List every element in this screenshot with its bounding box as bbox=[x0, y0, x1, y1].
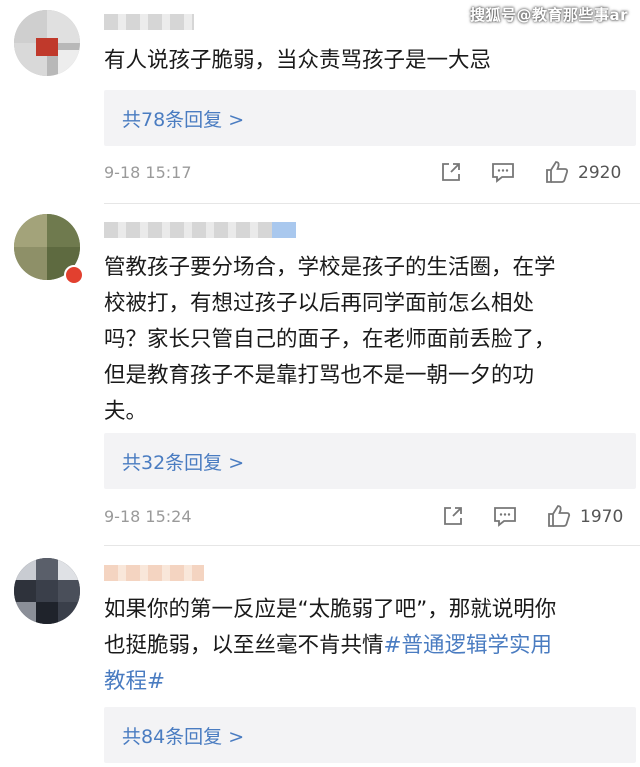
hashtag-link[interactable]: 教程# bbox=[104, 669, 165, 694]
user-level-badge bbox=[272, 222, 296, 238]
comment-text: 如果你的第一反应是“太脆弱了吧”，那就说明你 也挺脆弱，以至丝毫不肯共情#普通逻… bbox=[104, 597, 557, 694]
like-count: 2920 bbox=[578, 163, 622, 183]
thumbs-up-icon[interactable] bbox=[544, 159, 570, 185]
timestamp: 9-18 15:17 bbox=[104, 163, 192, 182]
view-replies-button[interactable]: 共84条回复 > bbox=[104, 707, 636, 763]
comment-text: 管教孩子要分场合，学校是孩子的生活圈，在学 校被打，有想过孩子以后再同学面前怎么… bbox=[104, 255, 556, 424]
share-icon[interactable] bbox=[440, 503, 466, 529]
username-redacted[interactable] bbox=[104, 222, 294, 238]
share-icon[interactable] bbox=[438, 159, 464, 185]
verified-badge-icon bbox=[64, 265, 84, 285]
username-redacted[interactable] bbox=[104, 14, 194, 30]
avatar[interactable] bbox=[14, 10, 80, 76]
comment-meta: 9-18 15:17 2920 bbox=[104, 159, 630, 189]
divider bbox=[104, 545, 640, 546]
comment-text: 有人说孩子脆弱，当众责骂孩子是一大忌 bbox=[104, 48, 492, 73]
view-replies-button[interactable]: 共32条回复 > bbox=[104, 433, 636, 489]
replies-label: 共84条回复 > bbox=[122, 726, 245, 748]
divider bbox=[104, 203, 640, 204]
comment-icon[interactable] bbox=[490, 159, 516, 185]
like-count: 1970 bbox=[580, 507, 624, 527]
replies-label: 共32条回复 > bbox=[122, 452, 245, 474]
replies-label: 共78条回复 > bbox=[122, 109, 245, 131]
avatar[interactable] bbox=[14, 558, 80, 624]
view-replies-button[interactable]: 共78条回复 > bbox=[104, 90, 636, 146]
timestamp: 9-18 15:24 bbox=[104, 507, 192, 526]
watermark: 搜狐号@教育那些事ar bbox=[469, 6, 628, 24]
thumbs-up-icon[interactable] bbox=[546, 503, 572, 529]
comment-meta: 9-18 15:24 1970 bbox=[104, 503, 630, 533]
comment-icon[interactable] bbox=[492, 503, 518, 529]
hashtag-link[interactable]: #普通逻辑学实用 bbox=[384, 633, 553, 658]
username-redacted[interactable] bbox=[104, 565, 204, 581]
